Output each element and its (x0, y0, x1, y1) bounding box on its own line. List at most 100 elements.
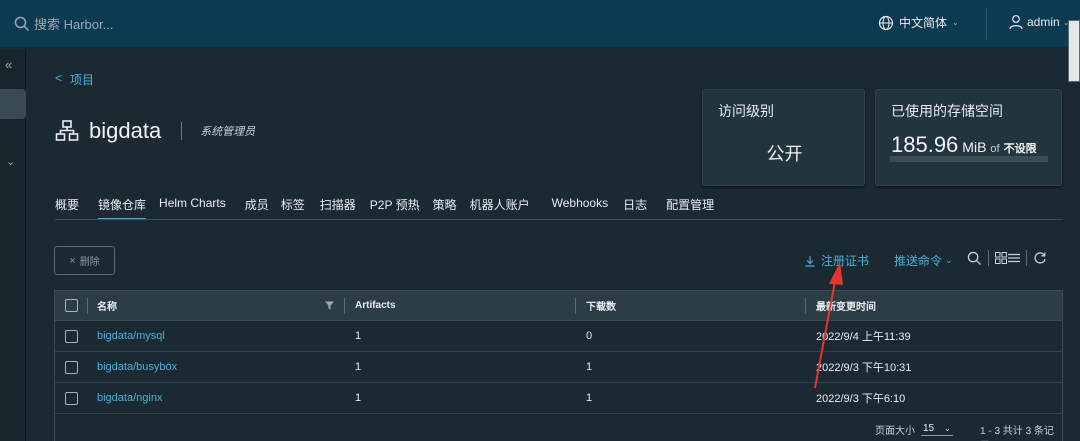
language-selector[interactable]: 中文简体 ⌄ (878, 14, 959, 31)
top-header: 搜索 Harbor... 中文简体 ⌄ admin ⌄ (0, 0, 1080, 48)
globe-icon (878, 15, 894, 30)
double-chevron-left-icon[interactable]: « (5, 57, 12, 72)
column-separator (87, 298, 88, 314)
storage-card: 已使用的存储空间 185.96 MiB of 不设限 (875, 89, 1062, 186)
tab-8[interactable]: 机器人账户 (470, 196, 530, 220)
access-level-label: 访问级别 (718, 103, 774, 119)
list-view-icon[interactable] (1008, 252, 1020, 264)
column-header-label: 名称 (97, 302, 117, 313)
column-separator (805, 298, 806, 314)
column-separator (344, 298, 345, 314)
chevron-down-icon: ⌄ (945, 255, 953, 265)
table-row[interactable]: bigdata/busybox 1 1 2022/9/3 下午10:31 (55, 352, 1062, 383)
tab-3[interactable]: 成员 (245, 196, 269, 220)
pull-count: 1 (586, 361, 593, 373)
column-header-updated[interactable]: 最新变更时间 (816, 291, 876, 320)
language-label: 中文简体 (899, 16, 948, 30)
column-header-label: 最新变更时间 (816, 302, 876, 313)
page-size-control: 页面大小 15 ⌄ (875, 422, 953, 437)
page-size-select[interactable]: 15 ⌄ (921, 423, 953, 436)
tab-6[interactable]: P2P 预热 (370, 196, 420, 220)
updated-time: 2022/9/3 下午10:31 (816, 362, 912, 374)
select-all-checkbox[interactable] (65, 299, 78, 312)
project-tabs: 概要 镜像仓库 Helm Charts 成员 标签 扫描器 P2P 预热 策略 机器人账户 Web… (55, 196, 714, 220)
chevron-down-icon[interactable]: ⌄ (6, 155, 15, 168)
global-search[interactable]: 搜索 Harbor... (14, 14, 113, 33)
tab-4[interactable]: 标签 (281, 196, 305, 220)
repository-table: 名称 Artifacts 下载数 最新变更时间 bigdata/mysql 1 … (54, 290, 1063, 441)
tab-10[interactable]: 日志 (623, 196, 647, 220)
search-icon[interactable] (967, 251, 982, 266)
header-divider (986, 8, 987, 40)
filter-icon[interactable] (325, 291, 334, 320)
user-menu[interactable]: admin ⌄ (1008, 14, 1069, 30)
tabs-underline (55, 219, 1063, 220)
view-tools (967, 250, 1047, 266)
storage-of: of (990, 143, 1000, 155)
breadcrumb[interactable]: < 项目 (55, 71, 94, 88)
pull-count: 1 (586, 392, 593, 404)
pull-count: 0 (586, 330, 593, 342)
storage-value: 185.96 MiB of 不设限 (891, 132, 1037, 158)
back-chevron-icon[interactable]: < (55, 71, 62, 88)
column-header-name[interactable]: 名称 (97, 291, 117, 320)
repo-name-link[interactable]: bigdata/nginx (97, 383, 162, 413)
breadcrumb-projects[interactable]: 项目 (70, 71, 94, 88)
tab-11[interactable]: 配置管理 (666, 196, 714, 220)
tab-2[interactable]: Helm Charts (159, 196, 226, 220)
title-divider (181, 122, 183, 140)
table-footer: 页面大小 15 ⌄ 1 - 3 共计 3 条记录 (55, 414, 1062, 441)
row-checkbox[interactable] (65, 360, 78, 374)
tool-divider (988, 250, 989, 266)
tab-0[interactable]: 概要 (55, 196, 79, 220)
tab-9[interactable]: Webhooks (552, 196, 608, 220)
filter-funnel-icon (325, 301, 334, 310)
repo-name-link[interactable]: bigdata/mysql (97, 321, 165, 351)
column-header-label: 下载数 (586, 302, 616, 313)
select-all-cell (65, 291, 78, 320)
row-checkbox[interactable] (65, 391, 78, 405)
artifacts-count: 1 (355, 392, 362, 404)
table-row[interactable]: bigdata/nginx 1 1 2022/9/3 下午6:10 (55, 383, 1062, 414)
chevron-down-icon: ⌄ (952, 18, 959, 27)
user-icon (1009, 15, 1023, 30)
storage-unit: MiB (962, 139, 987, 155)
tab-5[interactable]: 扫描器 (320, 196, 356, 220)
tool-divider (1026, 250, 1027, 266)
delete-label: 删除 (79, 257, 100, 268)
project-title-row: bigdata 系统管理员 (55, 118, 255, 144)
project-icon (55, 120, 79, 141)
nav-active-item[interactable] (0, 89, 26, 119)
refresh-icon[interactable] (1033, 251, 1047, 265)
storage-amount: 185.96 (891, 132, 959, 157)
record-count: 1 - 3 共计 3 条记录 (980, 426, 1054, 437)
search-placeholder[interactable]: 搜索 Harbor... (34, 14, 113, 33)
tab-1[interactable]: 镜像仓库 (98, 196, 147, 220)
register-cert-button[interactable]: 注册证书 (804, 252, 869, 269)
row-checkbox[interactable] (65, 329, 78, 343)
storage-label: 已使用的存储空间 (891, 103, 1003, 119)
search-icon (14, 16, 30, 31)
left-nav-rail: « ⌄ (0, 49, 26, 441)
column-header-label: Artifacts (355, 300, 396, 311)
updated-time: 2022/9/3 下午6:10 (816, 393, 906, 405)
push-command-dropdown[interactable]: 推送命令 ⌄ (894, 252, 953, 269)
tab-7[interactable]: 策略 (433, 196, 457, 220)
column-header-artifacts[interactable]: Artifacts (355, 291, 396, 320)
card-view-icon[interactable] (995, 252, 1007, 264)
storage-quota-bar (890, 156, 1048, 162)
register-cert-label: 注册证书 (821, 254, 870, 268)
side-widget-tab[interactable] (1068, 20, 1080, 82)
column-header-pulls[interactable]: 下载数 (586, 291, 616, 320)
download-icon (805, 255, 815, 267)
storage-limit: 不设限 (1003, 143, 1037, 155)
project-role: 系统管理员 (200, 126, 256, 138)
delete-button[interactable]: × 删除 (54, 246, 115, 275)
table-header: 名称 Artifacts 下载数 最新变更时间 (55, 291, 1062, 321)
repo-name-link[interactable]: bigdata/busybox (97, 352, 177, 382)
user-name: admin (1027, 15, 1060, 29)
access-level-value: 公开 (766, 144, 803, 164)
page-size-value: 15 (923, 423, 935, 434)
table-row[interactable]: bigdata/mysql 1 0 2022/9/4 上午11:39 (55, 321, 1062, 352)
artifacts-count: 1 (355, 330, 362, 342)
